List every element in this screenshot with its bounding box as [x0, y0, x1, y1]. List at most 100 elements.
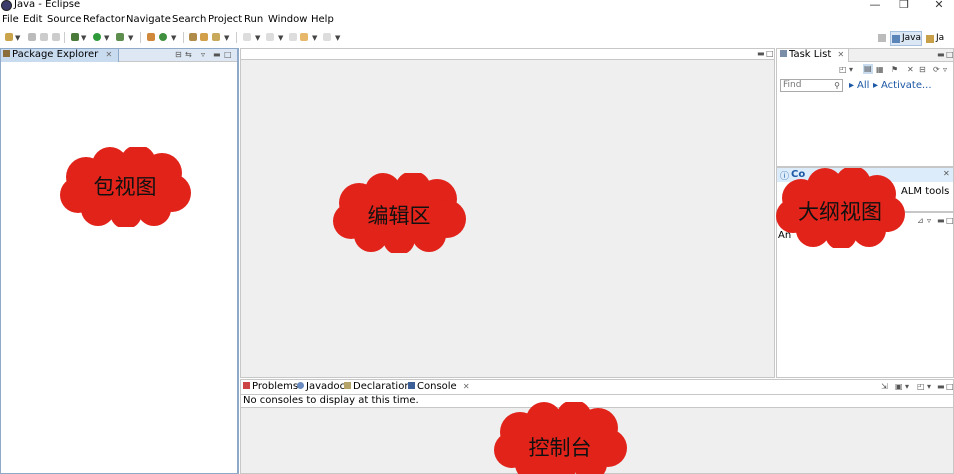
- chevron-down-icon[interactable]: ▾: [927, 383, 931, 391]
- scheduled-icon[interactable]: ▦: [876, 66, 884, 74]
- chevron-down-icon[interactable]: ▾: [849, 66, 853, 74]
- toolbar-divider: [140, 32, 141, 43]
- tab-task-list[interactable]: Task List ✕: [777, 49, 850, 62]
- outline-toolbar-icon[interactable]: ⊿: [917, 217, 924, 225]
- chevron-down-icon[interactable]: ▼: [224, 34, 229, 42]
- tab-console-label: Console: [417, 381, 457, 392]
- minimize-view-icon[interactable]: ▬: [757, 50, 765, 58]
- categorized-icon[interactable]: ▤: [863, 64, 873, 74]
- sync-icon[interactable]: ⟳: [933, 66, 940, 74]
- problems-icon: [243, 382, 250, 389]
- print-icon[interactable]: [52, 33, 60, 41]
- annotation-cloud-editor-area: 编辑区: [331, 173, 467, 253]
- open-console-icon[interactable]: ◰: [917, 383, 925, 391]
- tab-problems-label: Problems: [252, 381, 299, 392]
- close-icon[interactable]: ✕: [837, 50, 844, 59]
- close-window-button[interactable]: ✕: [924, 0, 954, 11]
- new-class-icon[interactable]: [159, 33, 167, 41]
- close-icon[interactable]: ✕: [943, 170, 950, 178]
- minimize-view-icon[interactable]: ▬: [213, 51, 221, 59]
- annotation-label-package-view: 包视图: [93, 175, 157, 199]
- task-find-input[interactable]: Find ⚲: [780, 79, 843, 92]
- chevron-down-icon[interactable]: ▼: [81, 34, 86, 42]
- chevron-down-icon[interactable]: ▼: [255, 34, 260, 42]
- tab-package-explorer[interactable]: Package Explorer ✕: [1, 49, 120, 62]
- collapse-all-icon[interactable]: ⊟: [919, 66, 926, 74]
- focus-icon[interactable]: ⚑: [891, 66, 898, 74]
- open-type-icon[interactable]: [189, 33, 197, 41]
- maximize-view-icon[interactable]: □: [946, 217, 954, 225]
- tasklist-icon: [780, 50, 787, 57]
- menu-file[interactable]: File: [2, 14, 19, 25]
- chevron-down-icon[interactable]: ▼: [15, 34, 20, 42]
- chevron-down-icon[interactable]: ▼: [335, 34, 340, 42]
- tab-problems[interactable]: Problems: [243, 381, 298, 394]
- title-bar: Java - Eclipse — ❐ ✕: [0, 0, 954, 13]
- last-edit-icon[interactable]: [289, 33, 297, 41]
- search-icon[interactable]: [200, 33, 208, 41]
- chevron-down-icon[interactable]: ▼: [128, 34, 133, 42]
- chevron-down-icon[interactable]: ▼: [171, 34, 176, 42]
- maximize-view-icon[interactable]: □: [946, 383, 954, 391]
- run-icon[interactable]: [93, 33, 101, 41]
- menu-source[interactable]: Source: [47, 14, 81, 25]
- tab-declaration[interactable]: Declaration: [344, 381, 411, 394]
- pin-console-icon[interactable]: ⇲: [881, 383, 888, 391]
- close-icon[interactable]: ✕: [463, 382, 470, 391]
- chevron-down-icon[interactable]: ▼: [104, 34, 109, 42]
- menu-search[interactable]: Search: [172, 14, 206, 25]
- display-console-icon[interactable]: ▣: [895, 383, 903, 391]
- tab-javadoc-label: Javadoc: [306, 381, 346, 392]
- minimize-view-icon[interactable]: ▬: [937, 383, 945, 391]
- save-icon[interactable]: [28, 33, 36, 41]
- editor-area[interactable]: ▬ □: [240, 48, 775, 378]
- tab-javadoc[interactable]: Javadoc: [297, 381, 345, 394]
- save-all-icon[interactable]: [40, 33, 48, 41]
- view-menu-icon[interactable]: ▿: [201, 51, 205, 59]
- tab-console[interactable]: Console ✕: [408, 381, 470, 394]
- maximize-view-icon[interactable]: □: [766, 50, 774, 58]
- minimize-view-icon[interactable]: ▬: [937, 51, 945, 59]
- perspective-javaee-label[interactable]: Ja: [936, 33, 944, 43]
- menu-window[interactable]: Window: [268, 14, 307, 25]
- minimize-view-icon[interactable]: ▬: [937, 217, 945, 225]
- forward-icon[interactable]: [323, 33, 331, 41]
- new-task-icon[interactable]: ◰: [839, 66, 847, 74]
- chevron-down-icon[interactable]: ▾: [905, 383, 909, 391]
- menu-run[interactable]: Run: [244, 14, 263, 25]
- chevron-down-icon[interactable]: ▼: [312, 34, 317, 42]
- collapse-all-icon[interactable]: ⊟: [175, 51, 182, 59]
- chevron-down-icon[interactable]: ▼: [278, 34, 283, 42]
- back-icon[interactable]: [300, 33, 308, 41]
- menu-refactor[interactable]: Refactor: [83, 14, 125, 25]
- view-menu-icon[interactable]: ▿: [927, 217, 931, 225]
- task-find-placeholder: Find: [783, 80, 802, 90]
- debug-icon[interactable]: [71, 33, 79, 41]
- previous-annotation-icon[interactable]: [266, 33, 274, 41]
- menu-navigate[interactable]: Navigate: [126, 14, 171, 25]
- hide-completed-icon[interactable]: ✕: [907, 66, 914, 74]
- open-task-icon[interactable]: [212, 33, 220, 41]
- close-icon[interactable]: ✕: [105, 50, 112, 59]
- new-java-project-icon[interactable]: [147, 33, 155, 41]
- menu-project[interactable]: Project: [208, 14, 242, 25]
- link-editor-icon[interactable]: ⇆: [185, 51, 192, 59]
- minimize-button[interactable]: —: [860, 0, 890, 11]
- maximize-view-icon[interactable]: □: [946, 51, 954, 59]
- open-perspective-icon[interactable]: [878, 34, 886, 42]
- new-icon[interactable]: [5, 33, 13, 41]
- restore-button[interactable]: ❐: [889, 0, 919, 11]
- all-link[interactable]: All: [857, 80, 869, 91]
- console-icon: [408, 382, 415, 389]
- view-menu-icon[interactable]: ▿: [943, 66, 947, 74]
- all-link-arrow-icon: ▸: [849, 80, 855, 91]
- task-list-tabbar: Task List ✕ ▬ □: [777, 49, 954, 62]
- activate-link-arrow-icon: ▸: [873, 80, 879, 91]
- maximize-view-icon[interactable]: □: [224, 51, 232, 59]
- next-annotation-icon[interactable]: [243, 33, 251, 41]
- perspective-java-label[interactable]: Java: [902, 33, 921, 43]
- menu-help[interactable]: Help: [311, 14, 334, 25]
- external-tools-icon[interactable]: [116, 33, 124, 41]
- activate-link[interactable]: Activate...: [881, 80, 932, 91]
- menu-edit[interactable]: Edit: [23, 14, 42, 25]
